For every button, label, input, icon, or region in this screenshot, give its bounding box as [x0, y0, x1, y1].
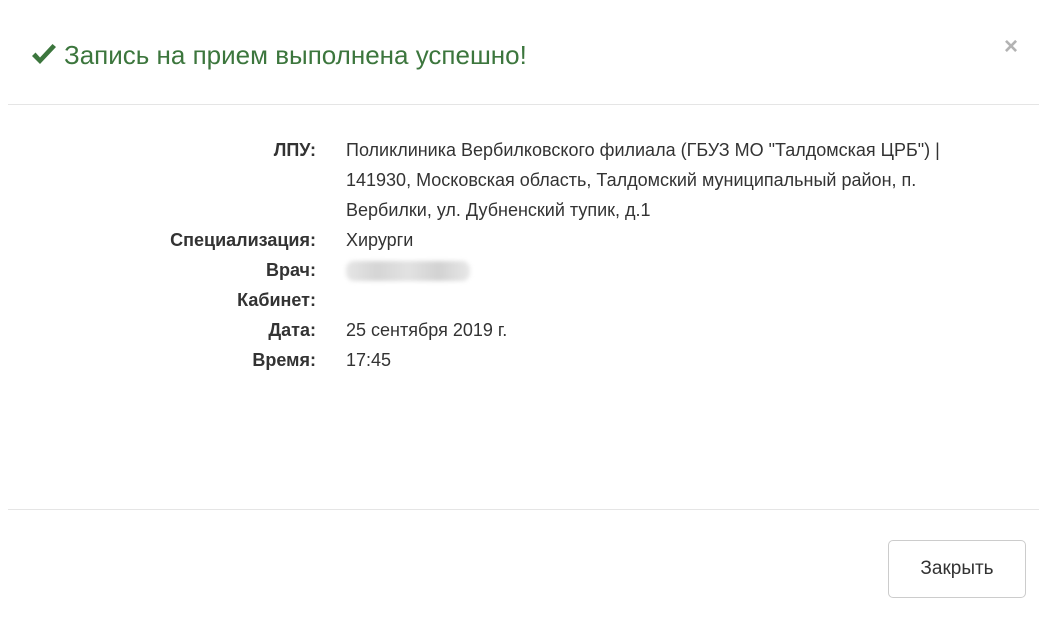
appointment-success-dialog: Запись на прием выполнена успешно! × ЛПУ…: [0, 0, 1047, 621]
detail-row-date: Дата: 25 сентября 2019 г.: [0, 315, 1047, 345]
dialog-header: Запись на прием выполнена успешно! ×: [0, 0, 1047, 104]
date-label: Дата:: [268, 320, 316, 340]
close-button[interactable]: Закрыть: [888, 540, 1026, 598]
doctor-value: [346, 255, 986, 285]
check-icon: [30, 43, 58, 67]
close-icon[interactable]: ×: [999, 33, 1023, 61]
date-value: 25 сентября 2019 г.: [346, 320, 508, 340]
header-divider: [8, 104, 1039, 105]
detail-row-doctor: Врач:: [0, 255, 1047, 285]
cabinet-value: [346, 285, 986, 315]
doctor-label: Врач:: [265, 260, 316, 280]
footer-divider: [8, 509, 1039, 510]
specialization-value: Хирурги: [346, 230, 414, 250]
detail-row-lpu: ЛПУ: Поликлиника Вербилковского филиала …: [0, 135, 1047, 225]
appointment-details: ЛПУ: Поликлиника Вербилковского филиала …: [0, 135, 1047, 375]
dialog-title: Запись на прием выполнена успешно!: [30, 37, 527, 73]
cabinet-label: Кабинет:: [237, 290, 316, 310]
time-value: 17:45: [346, 350, 392, 370]
doctor-name-redacted: [346, 261, 470, 281]
time-label: Время:: [252, 350, 316, 370]
detail-row-cabinet: Кабинет:: [0, 285, 1047, 315]
specialization-label: Специализация:: [170, 230, 316, 250]
detail-row-time: Время: 17:45: [0, 345, 1047, 375]
lpu-label: ЛПУ:: [273, 140, 316, 160]
lpu-value: Поликлиника Вербилковского филиала (ГБУЗ…: [346, 140, 940, 220]
dialog-title-text: Запись на прием выполнена успешно!: [64, 39, 527, 70]
detail-row-specialization: Специализация: Хирурги: [0, 225, 1047, 255]
